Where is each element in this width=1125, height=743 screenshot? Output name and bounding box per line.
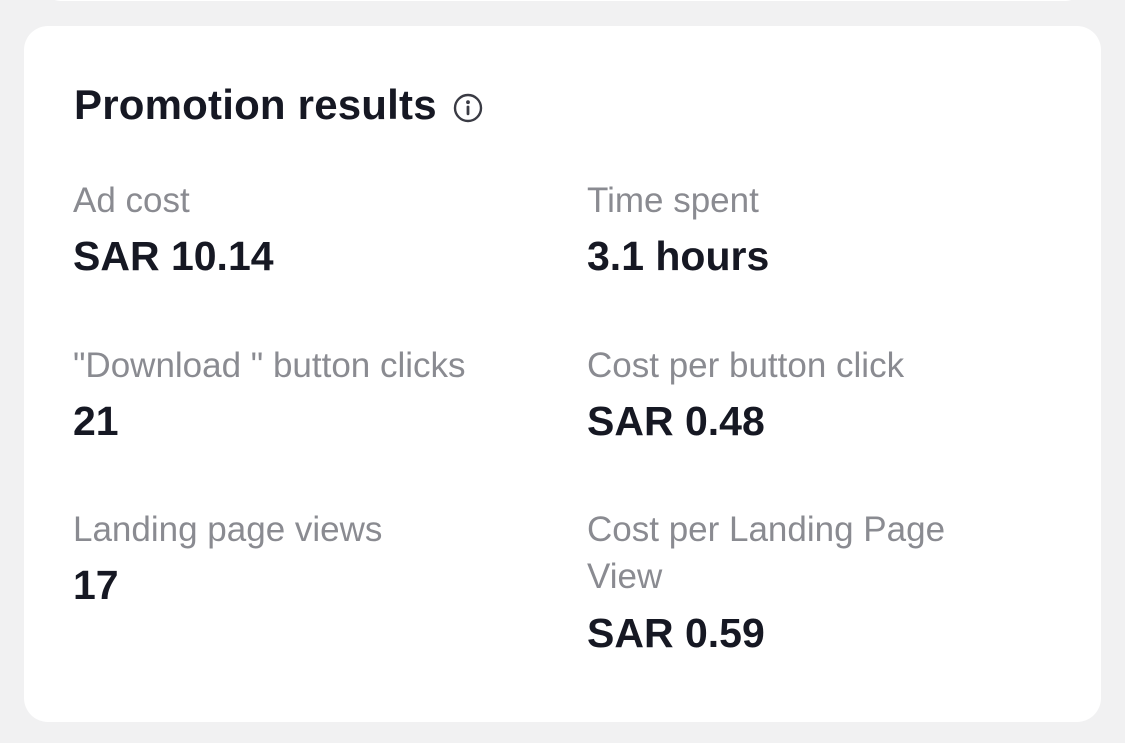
previous-card-edge [40, 0, 1086, 1]
metric-label: Ad cost [73, 181, 190, 220]
metric-cost-per-button-click: Cost per button click SAR 0.48 [587, 342, 1017, 449]
metric-value: SAR 0.48 [587, 398, 765, 445]
promotion-results-card: Promotion results Ad cost SAR 10.14 Time… [24, 26, 1101, 722]
metric-value: 17 [73, 562, 119, 609]
metric-download-button-clicks: "Download " button clicks 21 [73, 342, 543, 449]
metric-label: Cost per button click [587, 346, 905, 385]
metric-value: SAR 0.59 [587, 609, 765, 656]
metric-value: 21 [73, 398, 119, 445]
metric-landing-page-views: Landing page views 17 [73, 506, 543, 613]
metric-time-spent: Time spent 3.1 hours [587, 177, 1017, 284]
metric-value: 3.1 hours [587, 233, 770, 280]
metric-label: Time spent [587, 181, 759, 220]
metric-value: SAR 10.14 [73, 233, 274, 280]
metric-label: Cost per Landing Page View [587, 510, 946, 597]
promotion-results-header: Promotion results [74, 80, 483, 130]
metric-cost-per-landing-page-view: Cost per Landing Page View SAR 0.59 [587, 506, 1017, 660]
metric-ad-cost: Ad cost SAR 10.14 [73, 177, 543, 284]
metric-label: Landing page views [73, 510, 383, 549]
info-icon[interactable] [453, 93, 483, 123]
promotion-results-title: Promotion results [74, 81, 437, 128]
metric-label: "Download " button clicks [73, 346, 466, 385]
